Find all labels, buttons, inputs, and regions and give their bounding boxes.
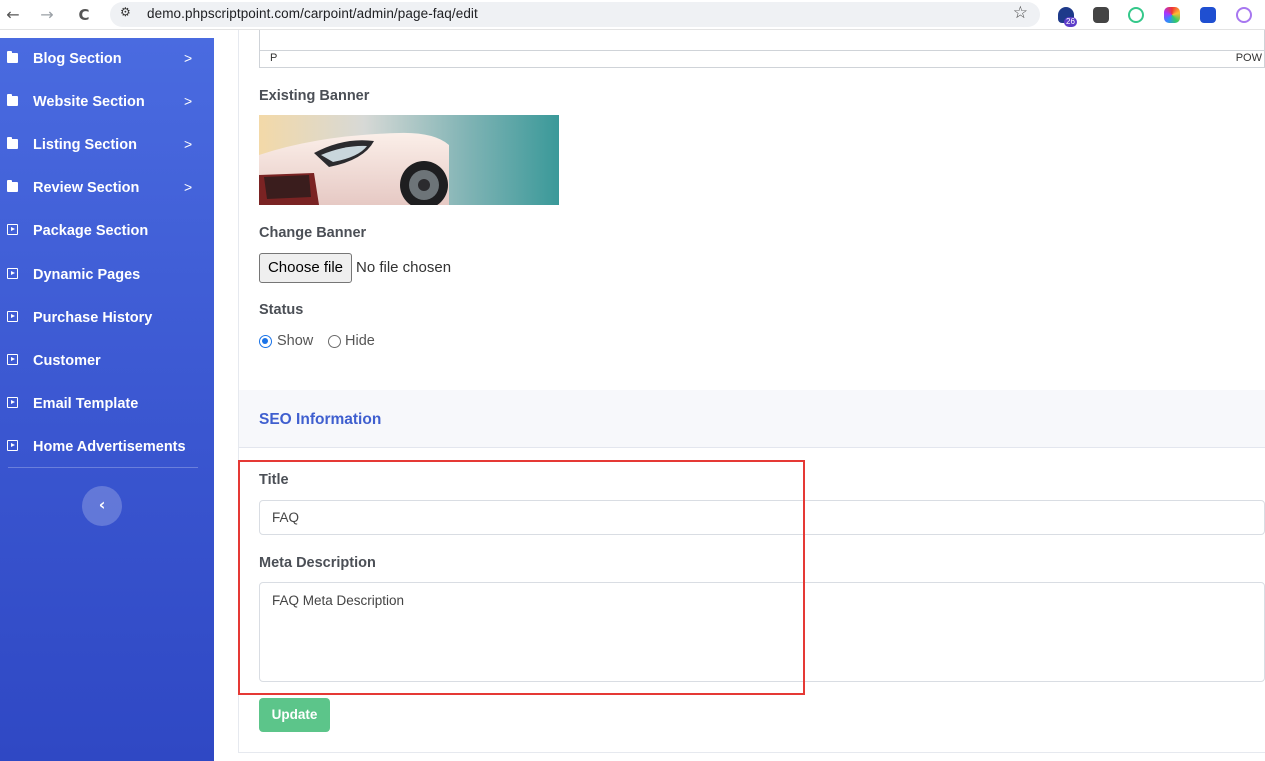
extension-color-icon[interactable]	[1164, 7, 1180, 23]
sidebar-item-label: Listing Section	[33, 137, 137, 153]
sidebar-item-home-advertisements[interactable]: Home Advertisements	[0, 429, 214, 465]
browser-toolbar: ← → C ⚙ demo.phpscriptpoint.com/carpoint…	[0, 0, 1265, 30]
caret-square-icon	[7, 311, 18, 322]
sidebar-item-blog-section[interactable]: Blog Section >	[0, 41, 214, 77]
url-text[interactable]: demo.phpscriptpoint.com/carpoint/admin/p…	[147, 6, 478, 21]
sidebar-item-label: Home Advertisements	[33, 439, 186, 455]
sidebar-item-label: Review Section	[33, 180, 140, 196]
sidebar-item-purchase-history[interactable]: Purchase History	[0, 300, 214, 336]
update-button[interactable]: Update	[259, 698, 330, 732]
status-hide-radio[interactable]	[328, 335, 341, 348]
status-hide-label[interactable]: Hide	[345, 333, 375, 349]
forward-icon[interactable]: →	[36, 4, 58, 26]
change-banner-label: Change Banner	[259, 225, 367, 241]
seo-section-header: SEO Information	[239, 390, 1265, 448]
chevron-right-icon: >	[184, 179, 193, 195]
choose-file-button[interactable]: Choose file	[259, 253, 352, 283]
caret-square-icon	[7, 354, 18, 365]
status-show-label[interactable]: Show	[277, 333, 313, 349]
sidebar-item-listing-section[interactable]: Listing Section >	[0, 127, 214, 163]
annotation-highlight-box	[238, 460, 805, 695]
extension-badge: 26	[1064, 17, 1077, 27]
rich-text-editor-statusbar: P POW	[259, 30, 1265, 68]
existing-banner-label: Existing Banner	[259, 88, 370, 104]
sidebar-item-review-section[interactable]: Review Section >	[0, 170, 214, 206]
existing-banner-image	[259, 115, 559, 205]
caret-square-icon	[7, 224, 18, 235]
sidebar-item-label: Package Section	[33, 223, 149, 239]
sidebar-item-label: Purchase History	[33, 310, 153, 326]
site-settings-icon[interactable]: ⚙	[120, 5, 131, 19]
sidebar-item-package-section[interactable]: Package Section	[0, 213, 214, 249]
chevron-right-icon: >	[184, 93, 193, 109]
sidebar-item-email-template[interactable]: Email Template	[0, 386, 214, 422]
chevron-right-icon: >	[184, 50, 193, 66]
editor-powered-by[interactable]: POW	[1236, 52, 1262, 64]
caret-square-icon	[7, 397, 18, 408]
folder-icon	[7, 51, 18, 63]
editor-element-path[interactable]: P	[270, 52, 277, 64]
sidebar-item-label: Dynamic Pages	[33, 267, 141, 283]
extension-profile-icon[interactable]	[1236, 7, 1252, 23]
folder-icon	[7, 180, 18, 192]
sidebar-collapse-button[interactable]: ‹	[82, 486, 122, 526]
chevron-right-icon: >	[184, 136, 193, 152]
no-file-chosen-text: No file chosen	[356, 259, 452, 276]
sidebar-item-dynamic-pages[interactable]: Dynamic Pages	[0, 257, 214, 293]
address-bar[interactable]: ⚙ demo.phpscriptpoint.com/carpoint/admin…	[110, 2, 1040, 27]
status-show-radio[interactable]	[259, 335, 272, 348]
extension-grammarly-icon[interactable]	[1128, 7, 1144, 23]
status-label: Status	[259, 302, 304, 318]
sidebar-item-label: Blog Section	[33, 51, 122, 67]
sidebar-divider	[8, 467, 198, 468]
caret-square-icon	[7, 268, 18, 279]
car-banner-graphic	[259, 115, 559, 205]
folder-icon	[7, 94, 18, 106]
seo-section-title: SEO Information	[259, 411, 382, 428]
bookmark-star-icon[interactable]: ☆	[1013, 3, 1028, 23]
admin-sidebar: Blog Section > Website Section > Listing…	[0, 38, 214, 761]
sidebar-item-website-section[interactable]: Website Section >	[0, 84, 214, 120]
sidebar-item-label: Customer	[33, 353, 101, 369]
extension-bitwarden-icon[interactable]	[1200, 7, 1216, 23]
folder-icon	[7, 137, 18, 149]
caret-square-icon	[7, 440, 18, 451]
sidebar-item-label: Email Template	[33, 396, 139, 412]
extension-download-icon[interactable]	[1093, 7, 1109, 23]
sidebar-item-label: Website Section	[33, 94, 145, 110]
editor-divider	[260, 50, 1265, 51]
sidebar-item-customer[interactable]: Customer	[0, 343, 214, 379]
back-icon[interactable]: ←	[2, 4, 24, 26]
reload-icon[interactable]: C	[73, 4, 95, 26]
